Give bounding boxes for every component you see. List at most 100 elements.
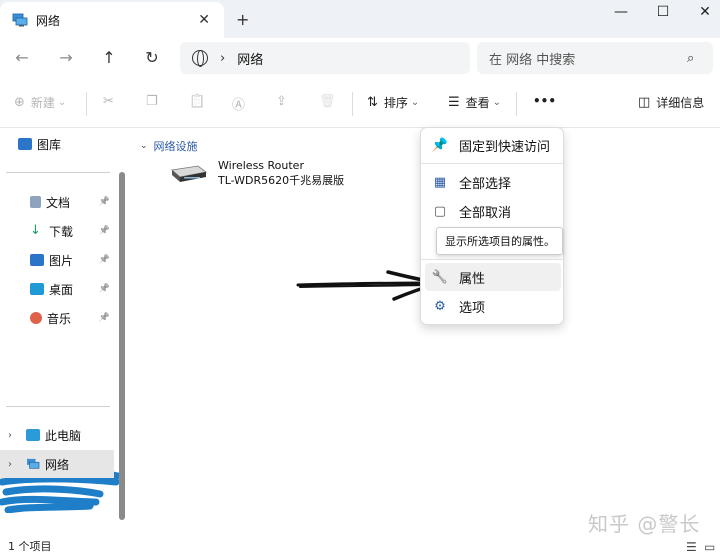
sort-icon: ⇅: [367, 95, 378, 110]
document-icon: [30, 196, 41, 208]
sidebar-item-label: 图片: [49, 253, 74, 268]
tab-label: 网络: [36, 13, 61, 28]
sidebar-item-documents[interactable]: 文档 📌: [0, 188, 114, 216]
globe-icon: [192, 50, 208, 67]
breadcrumb-network[interactable]: 网络: [237, 49, 263, 68]
sidebar-item-label: 网络: [45, 457, 70, 472]
sidebar-item-gallery[interactable]: 图库: [0, 130, 114, 158]
item-count: 1 个项目: [8, 540, 52, 553]
router-icon: [171, 165, 207, 182]
menu-divider: [421, 163, 563, 164]
device-text: Wireless Router TL-WDR5620千兆易展版: [218, 158, 344, 188]
details-view-icon[interactable]: ☰: [686, 540, 697, 554]
copy-button[interactable]: ❐: [146, 94, 164, 109]
close-tab-icon[interactable]: ✕: [198, 12, 210, 28]
paste-button[interactable]: 📋: [189, 94, 211, 109]
sidebar-item-label: 音乐: [47, 311, 72, 326]
pin-icon[interactable]: 📌: [99, 284, 110, 294]
pin-icon[interactable]: 📌: [99, 313, 110, 323]
list-item[interactable]: Wireless Router TL-WDR5620千兆易展版: [168, 158, 344, 188]
pin-icon[interactable]: 📌: [99, 226, 110, 236]
search-icon: ⌕: [687, 50, 695, 66]
menu-item-label: 全部取消: [459, 205, 512, 221]
menu-item-label: 选项: [459, 300, 486, 316]
up-button[interactable]: ↑: [97, 48, 121, 67]
expand-chevron-icon[interactable]: ›: [8, 430, 20, 441]
pin-icon: 📌: [431, 137, 449, 153]
device-model: TL-WDR5620千兆易展版: [218, 174, 345, 187]
gear-icon: ⚙: [434, 298, 446, 314]
minimize-button[interactable]: —: [606, 4, 636, 20]
music-icon: [30, 312, 42, 324]
menu-item-select-all[interactable]: ▦ 全部选择: [425, 168, 561, 196]
address-row: ← → ↑ ↻ › 网络 在 网络 中搜索 ⌕: [0, 38, 720, 80]
share-icon: ⇪: [276, 94, 287, 109]
pin-icon[interactable]: 📌: [99, 197, 110, 207]
new-tab-button[interactable]: +: [236, 10, 249, 29]
sidebar-item-label: 文档: [46, 195, 71, 210]
details-pane-button[interactable]: ◫ 详细信息: [638, 94, 704, 111]
menu-item-label: 固定到快速访问: [459, 139, 551, 155]
trash-icon: 🗑: [319, 94, 336, 109]
cut-button[interactable]: ✂: [103, 94, 120, 109]
toolbar-divider: [352, 92, 353, 116]
refresh-button[interactable]: ↻: [140, 48, 164, 67]
sidebar-divider: [6, 172, 110, 173]
search-input[interactable]: 在 网络 中搜索: [489, 49, 687, 68]
wrench-icon: 🔧: [431, 269, 449, 285]
group-header[interactable]: ⌄ 网络设施: [140, 138, 198, 154]
sort-button[interactable]: ⇅ 排序 ⌄: [367, 94, 419, 111]
more-icon: •••: [533, 94, 557, 108]
menu-item-options[interactable]: ⚙ 选项: [425, 292, 561, 320]
menu-item-properties[interactable]: 🔧 属性: [425, 263, 561, 291]
sidebar-item-downloads[interactable]: ↓ 下载 📌: [0, 217, 114, 245]
clipboard-icon: 📋: [189, 94, 206, 109]
device-name: Wireless Router: [218, 159, 304, 172]
rename-icon: Ⓐ: [232, 98, 246, 113]
toolbar-divider: [516, 92, 517, 116]
search-box[interactable]: 在 网络 中搜索 ⌕: [477, 42, 713, 74]
back-button[interactable]: ←: [10, 48, 34, 67]
sidebar-item-network[interactable]: › 网络: [0, 450, 114, 478]
view-icon: ☰: [448, 95, 460, 110]
menu-item-pin-quick-access[interactable]: 📌 固定到快速访问: [425, 131, 561, 159]
forward-button[interactable]: →: [54, 48, 78, 67]
sidebar-item-pictures[interactable]: 图片 📌: [0, 246, 114, 274]
menu-item-label: 全部选择: [459, 176, 512, 192]
view-button[interactable]: ☰ 查看 ⌄: [448, 94, 501, 111]
context-menu: 📌 固定到快速访问 ▦ 全部选择 ▢ 全部取消 🔧 属性 ⚙ 选项: [420, 127, 564, 325]
pin-icon[interactable]: 📌: [99, 255, 110, 265]
chevron-down-icon: ⌄: [410, 97, 420, 108]
menu-divider: [421, 259, 563, 260]
sidebar-item-this-pc[interactable]: › 此电脑: [0, 421, 114, 449]
toolbar-divider: [86, 92, 87, 116]
pictures-icon: [30, 254, 44, 266]
close-window-button[interactable]: ✕: [690, 4, 720, 20]
plus-circle-icon: ⊕: [14, 95, 25, 110]
menu-item-label: 属性: [459, 271, 486, 287]
details-pane-icon: ◫: [638, 95, 651, 110]
sidebar-item-music[interactable]: 音乐 📌: [0, 304, 114, 332]
sidebar-item-label: 桌面: [49, 282, 74, 297]
breadcrumb-chevron-icon[interactable]: ›: [220, 51, 225, 66]
watermark: 知乎 @警长: [588, 512, 701, 536]
new-label: 新建: [30, 96, 55, 110]
tab-network[interactable]: 网络 ✕: [0, 2, 224, 38]
sidebar-item-desktop[interactable]: 桌面 📌: [0, 275, 114, 303]
new-button[interactable]: ⊕ 新建 ⌄: [14, 94, 66, 111]
tiles-view-icon[interactable]: ▭: [704, 540, 715, 554]
rename-button[interactable]: Ⓐ: [232, 94, 251, 113]
chevron-down-icon: ⌄: [57, 97, 67, 108]
more-options-button[interactable]: •••: [533, 94, 556, 108]
details-label: 详细信息: [656, 96, 705, 110]
network-icon: [27, 458, 40, 469]
menu-item-select-none[interactable]: ▢ 全部取消: [425, 197, 561, 225]
sidebar-item-label: 此电脑: [45, 428, 82, 443]
network-icon: [12, 13, 28, 27]
sidebar-scrollbar[interactable]: [119, 172, 125, 520]
delete-button[interactable]: 🗑: [319, 94, 342, 109]
maximize-button[interactable]: ☐: [648, 4, 678, 20]
share-button[interactable]: ⇪: [276, 94, 293, 109]
expand-chevron-icon[interactable]: ›: [8, 459, 20, 470]
address-bar[interactable]: › 网络: [180, 42, 470, 74]
